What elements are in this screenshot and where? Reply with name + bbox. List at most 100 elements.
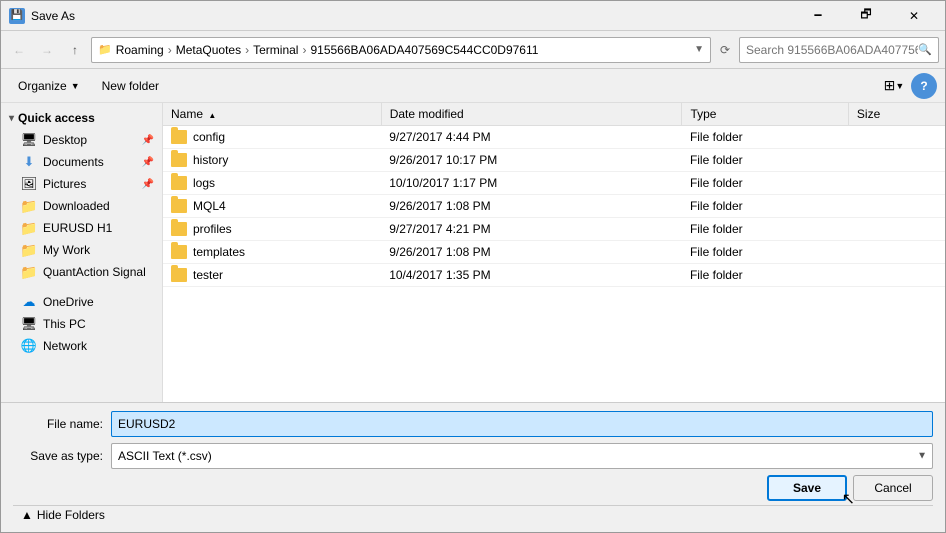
file-name-text: logs	[193, 176, 215, 190]
folder-icon-row	[171, 268, 187, 282]
table-row[interactable]: MQL4 9/26/2017 1:08 PM File folder	[163, 195, 945, 218]
file-type-cell: File folder	[682, 218, 848, 241]
file-name-text: templates	[193, 245, 245, 259]
toolbar: Organize ▼ New folder ⊞ ▼ ?	[1, 69, 945, 103]
address-dropdown-icon[interactable]: ▼	[694, 44, 704, 55]
sidebar-item-desktop[interactable]: 🖥 Desktop 📌	[1, 129, 162, 151]
quick-access-chevron-icon: ▾	[9, 113, 14, 124]
file-type-cell: File folder	[682, 264, 848, 287]
file-type-cell: File folder	[682, 149, 848, 172]
file-type-cell: File folder	[682, 126, 848, 149]
file-type-cell: File folder	[682, 241, 848, 264]
onedrive-icon: ☁	[21, 294, 37, 310]
refresh-button[interactable]: ⟳	[715, 40, 735, 60]
col-type[interactable]: Type	[682, 103, 848, 126]
minimize-button[interactable]: 🗕	[795, 1, 841, 31]
back-button[interactable]: ←	[7, 38, 31, 62]
nav-bar: ← → ↑ 📁 Roaming › MetaQuotes › Terminal …	[1, 31, 945, 69]
help-button[interactable]: ?	[911, 73, 937, 99]
desktop-icon: 🖥	[21, 132, 37, 148]
window-title: Save As	[31, 9, 795, 23]
pictures-icon: 🖼	[21, 176, 37, 192]
savetype-select[interactable]: ASCII Text (*.csv)	[111, 443, 933, 469]
search-bar[interactable]: 🔍	[739, 37, 939, 63]
breadcrumb-metaquotes[interactable]: MetaQuotes	[176, 43, 241, 57]
view-button[interactable]: ⊞ ▼	[881, 73, 907, 99]
window-icon: 💾	[9, 8, 25, 24]
table-row[interactable]: profiles 9/27/2017 4:21 PM File folder	[163, 218, 945, 241]
sidebar-item-quantaction[interactable]: 📁 QuantAction Signal	[1, 261, 162, 283]
sidebar-item-eurusd-label: EURUSD H1	[43, 221, 154, 235]
sidebar-item-eurusd[interactable]: 📁 EURUSD H1	[1, 217, 162, 239]
table-row[interactable]: templates 9/26/2017 1:08 PM File folder	[163, 241, 945, 264]
sidebar-item-network[interactable]: 🌐 Network	[1, 335, 162, 357]
save-button[interactable]: Save	[767, 475, 847, 501]
table-row[interactable]: tester 10/4/2017 1:35 PM File folder	[163, 264, 945, 287]
table-row[interactable]: history 9/26/2017 10:17 PM File folder	[163, 149, 945, 172]
address-icon: 📁	[98, 43, 112, 56]
up-button[interactable]: ↑	[63, 38, 87, 62]
file-name-text: profiles	[193, 222, 232, 236]
filename-input[interactable]	[111, 411, 933, 437]
savetype-row: Save as type: ASCII Text (*.csv) ▼	[13, 443, 933, 469]
close-button[interactable]: ✕	[891, 1, 937, 31]
col-size[interactable]: Size	[848, 103, 945, 126]
folder-icon-row	[171, 222, 187, 236]
search-input[interactable]	[746, 43, 918, 57]
sidebar: ▾ Quick access 🖥 Desktop 📌 ⬇ Documents 📌…	[1, 103, 163, 402]
maximize-button[interactable]: 🗗	[843, 1, 889, 31]
thispc-icon: 🖥	[21, 316, 37, 332]
cancel-button[interactable]: Cancel	[853, 475, 933, 501]
col-name[interactable]: Name ▲	[163, 103, 381, 126]
file-name-cell: MQL4	[163, 195, 381, 218]
documents-icon: ⬇	[21, 154, 37, 170]
table-header-row: Name ▲ Date modified Type Size	[163, 103, 945, 126]
file-size-cell	[848, 195, 945, 218]
hide-folders-label: Hide Folders	[37, 508, 105, 522]
filename-label: File name:	[13, 417, 103, 431]
organize-button[interactable]: Organize ▼	[9, 73, 89, 99]
file-size-cell	[848, 172, 945, 195]
file-name-text: config	[193, 130, 225, 144]
sidebar-item-documents-label: Documents	[43, 155, 140, 169]
table-row[interactable]: logs 10/10/2017 1:17 PM File folder	[163, 172, 945, 195]
file-size-cell	[848, 264, 945, 287]
save-as-dialog: 💾 Save As 🗕 🗗 ✕ ← → ↑ 📁 Roaming › MetaQu…	[0, 0, 946, 533]
breadcrumb: Roaming › MetaQuotes › Terminal › 915566…	[116, 43, 690, 57]
forward-button[interactable]: →	[35, 38, 59, 62]
file-date-cell: 9/26/2017 1:08 PM	[381, 241, 682, 264]
folder-icon-row	[171, 199, 187, 213]
sidebar-item-mywork[interactable]: 📁 My Work	[1, 239, 162, 261]
file-type-cell: File folder	[682, 195, 848, 218]
hide-folders-chevron-icon: ▲	[21, 508, 33, 522]
sidebar-item-downloaded[interactable]: 📁 Downloaded	[1, 195, 162, 217]
file-name-cell: logs	[163, 172, 381, 195]
breadcrumb-terminal[interactable]: Terminal	[253, 43, 298, 57]
title-bar: 💾 Save As 🗕 🗗 ✕	[1, 1, 945, 31]
file-date-cell: 9/27/2017 4:21 PM	[381, 218, 682, 241]
file-table: Name ▲ Date modified Type Size config 9/	[163, 103, 945, 287]
breadcrumb-folder[interactable]: 915566BA06ADA407569C544CC0D97611	[310, 43, 538, 57]
sort-arrow-name: ▲	[208, 111, 216, 120]
breadcrumb-roaming[interactable]: Roaming	[116, 43, 164, 57]
network-icon: 🌐	[21, 338, 37, 354]
col-date[interactable]: Date modified	[381, 103, 682, 126]
view-dropdown-icon: ▼	[895, 81, 904, 91]
sidebar-item-pictures[interactable]: 🖼 Pictures 📌	[1, 173, 162, 195]
table-row[interactable]: config 9/27/2017 4:44 PM File folder	[163, 126, 945, 149]
action-row: Save ↖ Cancel	[13, 475, 933, 501]
new-folder-label: New folder	[102, 79, 159, 93]
hide-folders-button[interactable]: ▲ Hide Folders	[21, 508, 105, 522]
help-icon: ?	[920, 79, 927, 93]
sidebar-quick-access-header[interactable]: ▾ Quick access	[1, 107, 162, 129]
address-bar[interactable]: 📁 Roaming › MetaQuotes › Terminal › 9155…	[91, 37, 711, 63]
sidebar-item-onedrive[interactable]: ☁ OneDrive	[1, 291, 162, 313]
pin-icon-desktop: 📌	[142, 135, 154, 146]
sidebar-item-onedrive-label: OneDrive	[43, 295, 154, 309]
sidebar-item-thispc[interactable]: 🖥 This PC	[1, 313, 162, 335]
sidebar-item-downloaded-label: Downloaded	[43, 199, 154, 213]
new-folder-button[interactable]: New folder	[93, 73, 168, 99]
sidebar-item-documents[interactable]: ⬇ Documents 📌	[1, 151, 162, 173]
toolbar-right: ⊞ ▼ ?	[881, 73, 937, 99]
sidebar-item-mywork-label: My Work	[43, 243, 154, 257]
